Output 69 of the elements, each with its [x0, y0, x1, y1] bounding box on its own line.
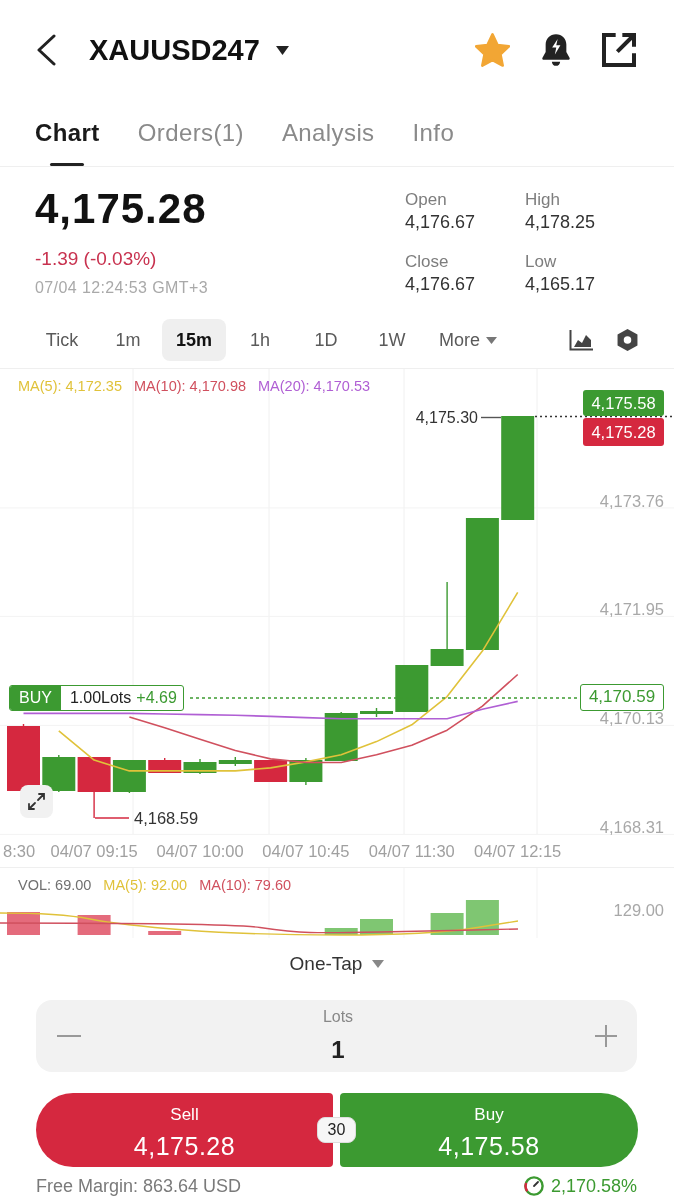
price-axis-label: 4,168.31: [599, 820, 664, 835]
back-icon[interactable]: [35, 34, 57, 66]
stat-value: 4,178.25: [525, 211, 596, 234]
price-axis-label: 4,173.76: [599, 493, 664, 508]
price-axis-label: 4,170.13: [599, 711, 664, 726]
leader-line: [94, 817, 130, 819]
stat-label: Open: [405, 189, 447, 211]
position-tag[interactable]: BUY 1.00Lots +4.69: [9, 685, 184, 711]
star-icon[interactable]: [475, 33, 510, 67]
area-chart-icon[interactable]: [569, 329, 593, 351]
ask-price-tag: 4,175.58: [583, 390, 664, 416]
spread-badge: 30: [317, 1117, 356, 1143]
timeframe-tab[interactable]: 1m: [96, 319, 160, 361]
stat-value: 4,165.17: [525, 273, 596, 296]
plus-icon[interactable]: [595, 1025, 617, 1047]
settings-icon[interactable]: [617, 329, 638, 351]
time-axis-label: 04/07 10:45: [261, 841, 351, 861]
candle: [7, 723, 40, 794]
high-price-label: 4,175.30: [415, 408, 478, 428]
tab[interactable]: Chart: [35, 100, 100, 166]
caret-icon[interactable]: [275, 45, 289, 55]
last-price: 4,175.28: [35, 185, 207, 233]
timeframe-tab[interactable]: More: [426, 319, 510, 361]
price-change: -1.39 (-0.03%): [35, 247, 157, 271]
bid-price-tag: 4,175.28: [583, 418, 664, 446]
time-axis-label: 04/07 12:15: [473, 841, 563, 861]
stat-label: Close: [405, 251, 449, 273]
stat-value: 4,176.67: [405, 273, 476, 296]
margin-level-text: 2,170.58%: [550, 1175, 637, 1197]
time-axis-label: 04/07 10:00: [155, 841, 245, 861]
timeframe-tab[interactable]: Tick: [30, 319, 94, 361]
stat-label: High: [525, 189, 560, 211]
volume-axis-label: 129.00: [613, 900, 664, 920]
time-axis-label: 04/07 09:15: [49, 841, 139, 861]
indicator-label: MA(5): 92.00: [103, 876, 188, 895]
position-price-tag: 4,170.59: [580, 684, 664, 711]
time-axis-label: 04/07 11:30: [367, 841, 456, 861]
share-icon[interactable]: [602, 33, 636, 67]
volume-bar: [324, 928, 358, 935]
volume-bar: [148, 931, 182, 935]
price-axis-label: 4,171.95: [599, 602, 664, 617]
legend-label: MA(20): 4,170.53: [258, 377, 371, 396]
timeframe-tab[interactable]: 15m: [162, 319, 226, 361]
low-price-label: 4,168.59: [134, 808, 199, 828]
order-mode-dropdown[interactable]: One-Tap: [289, 953, 385, 975]
position-side-badge: BUY: [10, 686, 61, 710]
quote-timestamp: 07/04 12:24:53 GMT+3: [35, 278, 208, 298]
leader-line: [480, 416, 502, 419]
position-lots: 1.00Lots: [68, 689, 133, 707]
lots-label: Lots: [322, 1007, 354, 1027]
symbol-title[interactable]: XAUUSD247: [89, 32, 260, 68]
timeframe-tab[interactable]: 1W: [360, 319, 424, 361]
gauge-icon: [523, 1176, 544, 1196]
stat-value: 4,176.67: [405, 211, 476, 234]
legend-label: MA(10): 4,170.98: [134, 377, 247, 396]
free-margin-text: Free Margin: 863.64 USD: [36, 1175, 242, 1197]
indicator-label: VOL: 69.00: [18, 876, 92, 895]
candle: [360, 707, 393, 718]
indicator-label: MA(10): 79.60: [199, 876, 292, 895]
position-profit: +4.69: [136, 689, 178, 707]
bell-icon[interactable]: [542, 34, 570, 66]
timeframe-tab[interactable]: 1D: [294, 319, 358, 361]
expand-icon[interactable]: [20, 785, 53, 818]
lots-input[interactable]: 1: [308, 1035, 368, 1065]
time-axis-label: 8:30: [3, 841, 36, 861]
volume-bar: [360, 919, 393, 935]
legend-label: MA(5): 4,172.35: [18, 377, 122, 396]
timeframe-tab[interactable]: 1h: [228, 319, 292, 361]
stat-label: Low: [525, 251, 557, 273]
